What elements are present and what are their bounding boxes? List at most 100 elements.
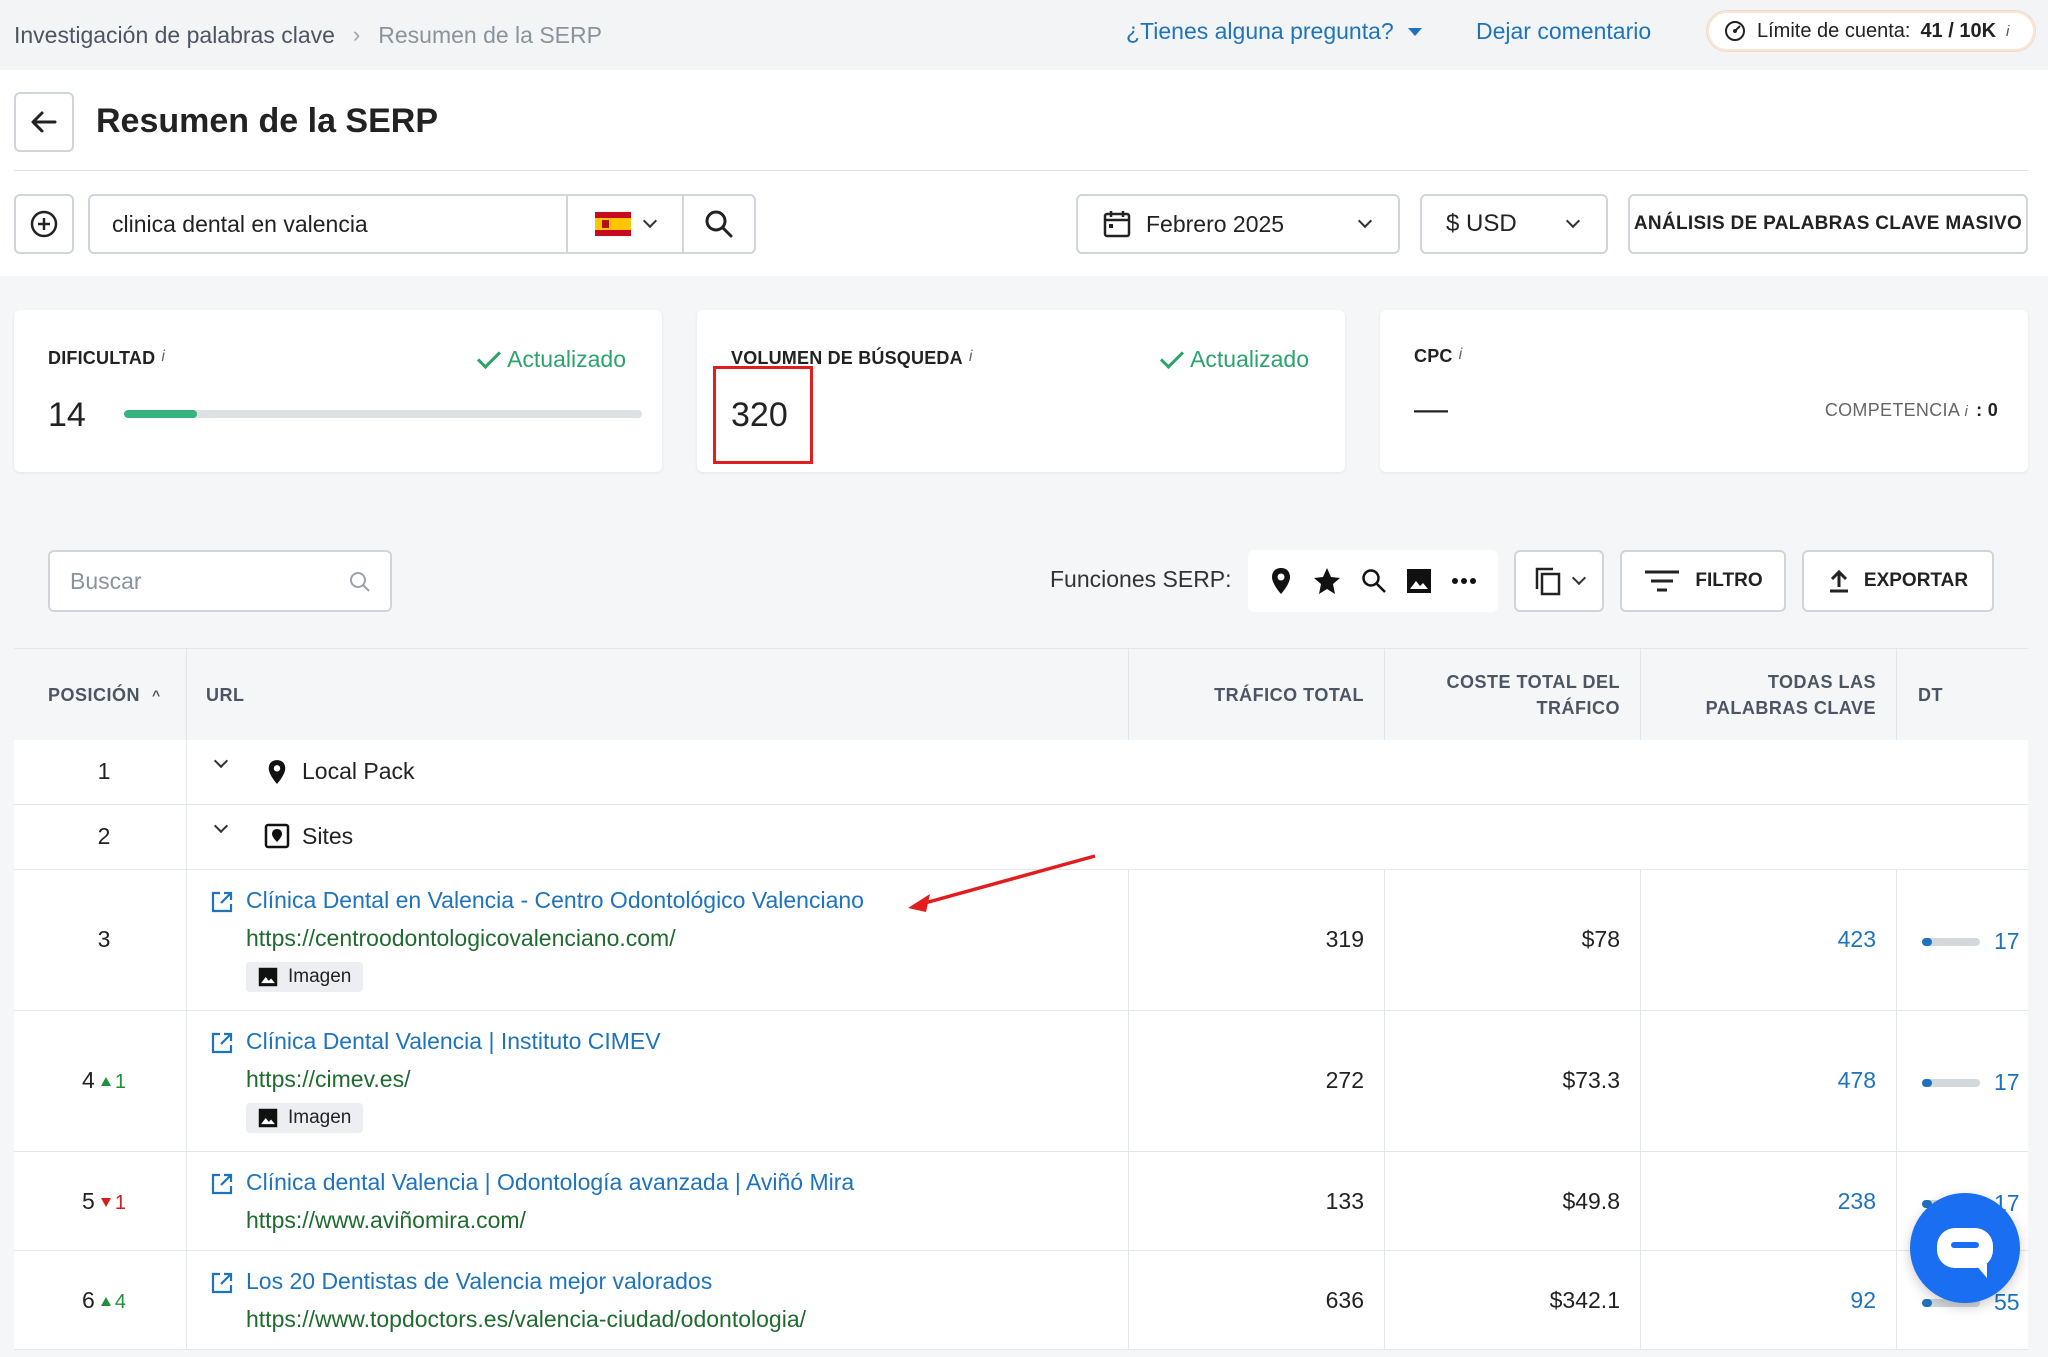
difficulty-label: DIFICULTAD i bbox=[48, 348, 166, 368]
map-pin-icon[interactable] bbox=[1269, 566, 1293, 596]
cpc-label: CPC i bbox=[1414, 346, 1463, 366]
info-icon[interactable]: i bbox=[2006, 23, 2009, 40]
external-link-icon[interactable] bbox=[210, 1271, 234, 1295]
result-url[interactable]: https://www.aviñomira.com/ bbox=[246, 1207, 526, 1234]
info-icon[interactable]: i bbox=[1459, 346, 1463, 363]
image-icon[interactable] bbox=[1406, 568, 1432, 594]
group-label: Local Pack bbox=[302, 758, 415, 784]
traffic-value: 272 bbox=[1325, 1067, 1364, 1093]
breadcrumb-keyword-research[interactable]: Investigación de palabras clave bbox=[14, 22, 335, 49]
sort-asc-icon: ^ bbox=[152, 687, 161, 703]
table-search-placeholder: Buscar bbox=[70, 567, 142, 594]
difficulty-status: Actualizado bbox=[477, 344, 626, 373]
difficulty-progress-fill bbox=[124, 410, 197, 418]
table-header: POSICIÓN ^ URL TRÁFICO TOTAL COSTE TOTAL … bbox=[14, 648, 2028, 740]
column-keywords[interactable]: TODAS LAS PALABRAS CLAVE bbox=[1664, 649, 1876, 741]
image-feature-badge: Imagen bbox=[246, 1103, 364, 1134]
search-volume-value: 320 bbox=[731, 396, 788, 434]
serp-features-label: Funciones SERP: bbox=[1050, 566, 1232, 592]
chat-widget-button[interactable] bbox=[1910, 1193, 2020, 1303]
plus-circle-icon bbox=[30, 210, 58, 238]
table-row[interactable]: 51 Clínica dental Valencia | Odontología… bbox=[14, 1152, 2028, 1251]
cost-value: $342.1 bbox=[1549, 1287, 1620, 1313]
keywords-link[interactable]: 478 bbox=[1664, 1067, 1876, 1094]
account-limit-value: 41 / 10K bbox=[1920, 19, 1997, 42]
position-value: 64 bbox=[82, 1287, 126, 1313]
export-button[interactable]: EXPORTAR bbox=[1802, 550, 1994, 612]
more-icon[interactable] bbox=[1451, 577, 1477, 585]
annotation-arrow bbox=[908, 854, 1096, 912]
result-title-link[interactable]: Clínica Dental Valencia | Instituto CIME… bbox=[246, 1028, 661, 1055]
cost-value: $78 bbox=[1581, 926, 1620, 952]
result-url[interactable]: https://centroodontologicovalenciano.com… bbox=[246, 925, 676, 952]
difficulty-value: 14 bbox=[48, 396, 86, 434]
traffic-value: 319 bbox=[1325, 926, 1364, 952]
table-row[interactable]: 64 Los 20 Dentistas de Valencia mejor va… bbox=[14, 1251, 2028, 1350]
feedback-link[interactable]: Dejar comentario bbox=[1476, 18, 1651, 45]
result-url[interactable]: https://cimev.es/ bbox=[246, 1066, 410, 1093]
external-link-icon[interactable] bbox=[210, 1172, 234, 1196]
column-traffic[interactable]: TRÁFICO TOTAL bbox=[1144, 649, 1364, 741]
copy-button[interactable] bbox=[1514, 550, 1604, 612]
search-button[interactable] bbox=[682, 196, 754, 252]
date-selector[interactable]: Febrero 2025 bbox=[1076, 194, 1400, 254]
position-value: 51 bbox=[82, 1188, 126, 1214]
dt-bar bbox=[1922, 1079, 1980, 1087]
star-icon[interactable] bbox=[1312, 566, 1342, 596]
result-title-link[interactable]: Los 20 Dentistas de Valencia mejor valor… bbox=[246, 1268, 712, 1295]
dt-value: 17 bbox=[1994, 928, 2020, 954]
currency-label: $ USD bbox=[1446, 210, 1517, 237]
calendar-icon bbox=[1103, 211, 1131, 238]
serp-table-panel: Buscar Funciones SERP: FILTRO EXPORTAR P… bbox=[14, 508, 2028, 1357]
keywords-link[interactable]: 423 bbox=[1664, 926, 1876, 953]
info-icon[interactable]: i bbox=[161, 348, 165, 365]
check-icon bbox=[477, 344, 502, 369]
keywords-link[interactable]: 92 bbox=[1664, 1287, 1876, 1314]
external-link-icon[interactable] bbox=[210, 1031, 234, 1055]
check-icon bbox=[1160, 344, 1185, 369]
chevron-down-icon[interactable] bbox=[213, 753, 229, 769]
keyword-input[interactable] bbox=[90, 196, 566, 252]
image-feature-badge: Imagen bbox=[246, 962, 364, 993]
keyword-search-group bbox=[88, 194, 756, 254]
filter-button[interactable]: FILTRO bbox=[1620, 550, 1786, 612]
filter-label: FILTRO bbox=[1695, 570, 1763, 591]
keywords-link[interactable]: 238 bbox=[1664, 1188, 1876, 1215]
table-row[interactable]: 41 Clínica Dental Valencia | Instituto C… bbox=[14, 1011, 2028, 1152]
country-selector[interactable] bbox=[566, 196, 682, 252]
gauge-icon bbox=[1725, 21, 1745, 41]
search-volume-card: VOLUMEN DE BÚSQUEDA i Actualizado 320 bbox=[697, 310, 1345, 472]
serp-features-icons[interactable] bbox=[1248, 550, 1498, 612]
help-dropdown[interactable]: ¿Tienes alguna pregunta? bbox=[1126, 18, 1422, 45]
search-icon[interactable] bbox=[1361, 568, 1387, 594]
search-icon bbox=[705, 210, 733, 238]
info-icon[interactable]: i bbox=[969, 348, 973, 365]
add-keyword-button[interactable] bbox=[14, 194, 74, 254]
bulk-analysis-button[interactable]: ANÁLISIS DE PALABRAS CLAVE MASIVO bbox=[1628, 194, 2028, 254]
column-position[interactable]: POSICIÓN ^ bbox=[48, 649, 161, 741]
table-row[interactable]: 1 Local Pack bbox=[14, 740, 2028, 805]
difficulty-card: DIFICULTAD i Actualizado 14 bbox=[14, 310, 662, 472]
result-url[interactable]: https://www.topdoctors.es/valencia-ciuda… bbox=[246, 1306, 806, 1333]
result-title-link[interactable]: Clínica dental Valencia | Odontología av… bbox=[246, 1169, 854, 1196]
external-link-icon[interactable] bbox=[210, 890, 234, 914]
info-icon[interactable]: i bbox=[1964, 403, 1968, 420]
chevron-down-icon[interactable] bbox=[213, 818, 229, 834]
result-title-link[interactable]: Clínica Dental en Valencia - Centro Odon… bbox=[246, 887, 864, 914]
arrow-left-icon bbox=[31, 111, 57, 133]
sites-icon bbox=[264, 823, 290, 849]
column-url[interactable]: URL bbox=[206, 649, 245, 741]
currency-selector[interactable]: $ USD bbox=[1420, 194, 1608, 254]
upload-icon bbox=[1829, 569, 1848, 593]
account-limit-badge[interactable]: Límite de cuenta: 41 / 10K i bbox=[1706, 10, 2036, 52]
position-value: 3 bbox=[97, 926, 111, 952]
cpc-card: CPC i — COMPETENCIA i: 0 bbox=[1380, 310, 2028, 472]
back-button[interactable] bbox=[14, 92, 74, 152]
column-cost[interactable]: COSTE TOTAL DEL TRÁFICO bbox=[1404, 649, 1620, 741]
search-volume-status: Actualizado bbox=[1160, 344, 1309, 373]
header-divider bbox=[14, 170, 2028, 171]
chevron-down-icon bbox=[1357, 213, 1373, 229]
column-dt[interactable]: DT bbox=[1918, 649, 1943, 741]
table-search-input[interactable]: Buscar bbox=[48, 550, 392, 612]
account-limit-label: Límite de cuenta: bbox=[1757, 19, 1911, 42]
